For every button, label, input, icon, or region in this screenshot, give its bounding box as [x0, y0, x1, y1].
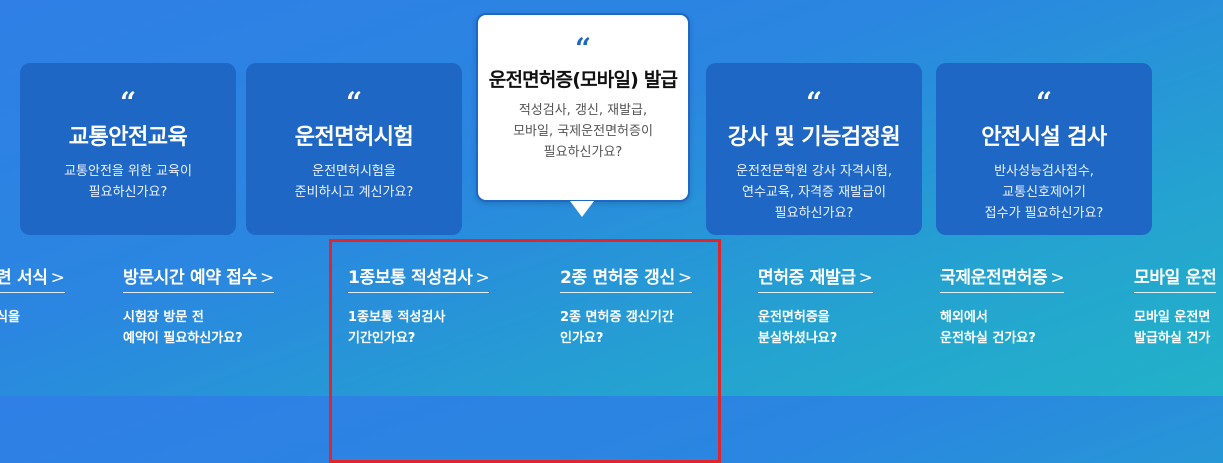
card-description: 교통안전을 위한 교육이 필요하신가요?: [64, 164, 192, 200]
link-mobile-license[interactable]: 모바일 운전 모바일 운전면 발급하실 건가: [1134, 263, 1217, 349]
card-description: 반사성능검사접수, 교통신호제어기 접수가 필요하신가요?: [984, 164, 1104, 221]
link-description: 해외에서 운전하실 건가요?: [940, 310, 1036, 346]
link-title[interactable]: 국제운전면허증 >: [940, 263, 1065, 293]
quote-icon: “: [805, 86, 823, 119]
link-title[interactable]: 모바일 운전: [1134, 263, 1217, 293]
card-title: 운전면허증(모바일) 발급: [488, 69, 678, 91]
card-title: 교통안전교육: [68, 125, 188, 150]
chevron-right-icon: >: [858, 268, 873, 288]
quote-icon: “: [345, 86, 363, 119]
quote-icon: “: [119, 86, 137, 119]
card-driving-license-test[interactable]: “ 운전면허시험 운전면허시험을 준비하시고 계신가요?: [246, 63, 462, 235]
link-description: 시험장 방문 전 예약이 필요하신가요?: [123, 310, 243, 346]
chevron-right-icon: >: [259, 268, 274, 288]
chevron-right-icon: >: [50, 268, 65, 288]
card-safety-facility-inspection[interactable]: “ 안전시설 검사 반사성능검사접수, 교통신호제어기 접수가 필요하신가요?: [936, 63, 1152, 235]
chevron-right-icon: >: [1050, 268, 1065, 288]
link-title[interactable]: 면허증 재발급 >: [758, 263, 873, 293]
card-title: 운전면허시험: [294, 125, 414, 150]
link-license-reissue[interactable]: 면허증 재발급 > 운전면허증을 분실하셨나요?: [758, 263, 873, 349]
link-forms[interactable]: 련 서식 > 식을: [0, 263, 65, 328]
highlight-annotation-box: [329, 239, 721, 463]
quote-icon: “: [574, 32, 592, 65]
link-title[interactable]: 련 서식 >: [0, 263, 65, 293]
card-title: 강사 및 기능검정원: [727, 125, 901, 150]
card-instructor-examiner[interactable]: “ 강사 및 기능검정원 운전전문학원 강사 자격시험, 연수교육, 자격증 재…: [706, 63, 922, 235]
quote-icon: “: [1035, 86, 1053, 119]
card-description: 적성검사, 갱신, 재발급, 모바일, 국제운전면허증이 필요하신가요?: [513, 103, 653, 160]
link-international-license[interactable]: 국제운전면허증 > 해외에서 운전하실 건가요?: [940, 263, 1065, 349]
card-traffic-safety-education[interactable]: “ 교통안전교육 교통안전을 위한 교육이 필요하신가요?: [20, 63, 236, 235]
link-description: 식을: [0, 310, 20, 325]
card-description: 운전면허시험을 준비하시고 계신가요?: [294, 164, 414, 200]
link-title[interactable]: 방문시간 예약 접수 >: [123, 263, 274, 293]
link-description: 운전면허증을 분실하셨나요?: [758, 310, 838, 346]
card-description: 운전전문학원 강사 자격시험, 연수교육, 자격증 재발급이 필요하신가요?: [736, 164, 892, 221]
speech-bubble-tail: [570, 201, 594, 217]
link-description: 모바일 운전면 발급하실 건가: [1134, 310, 1211, 346]
card-license-issuance-featured[interactable]: “ 운전면허증(모바일) 발급 적성검사, 갱신, 재발급, 모바일, 국제운전…: [476, 13, 690, 202]
card-title: 안전시설 검사: [981, 125, 1107, 150]
link-visit-reservation[interactable]: 방문시간 예약 접수 > 시험장 방문 전 예약이 필요하신가요?: [123, 263, 274, 349]
